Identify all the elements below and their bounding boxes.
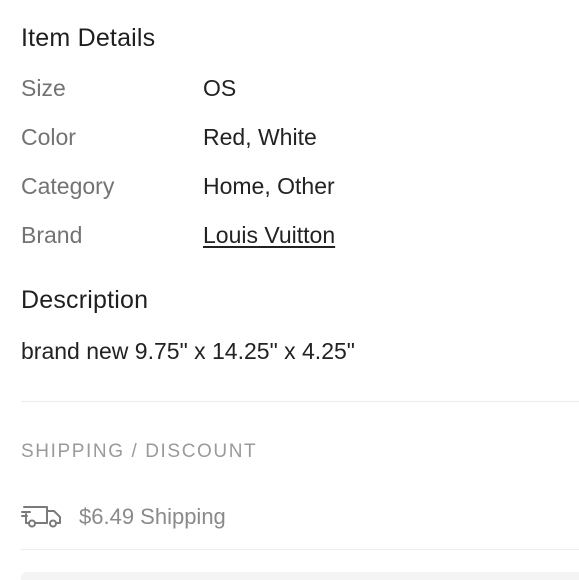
color-label: Color	[21, 124, 76, 150]
item-details-heading: Item Details	[21, 24, 156, 52]
description-heading: Description	[21, 286, 149, 314]
brand-label: Brand	[21, 222, 83, 248]
detail-row-color: Color Red, White	[21, 124, 561, 154]
color-value: Red, White	[203, 124, 317, 150]
size-value: OS	[203, 75, 237, 101]
shipping-row: $6.49 Shipping	[21, 502, 421, 532]
bottom-panel	[21, 572, 579, 580]
category-label: Category	[21, 173, 115, 199]
description-text: brand new 9.75" x 14.25" x 4.25"	[21, 338, 355, 364]
truck-icon	[21, 502, 63, 530]
detail-row-brand: Brand Louis Vuitton	[21, 222, 561, 252]
detail-row-category: Category Home, Other	[21, 173, 561, 203]
brand-link[interactable]: Louis Vuitton	[203, 222, 335, 249]
divider	[21, 549, 579, 550]
size-label: Size	[21, 75, 66, 101]
category-value: Home, Other	[203, 173, 335, 199]
detail-row-size: Size OS	[21, 75, 561, 105]
shipping-price: $6.49 Shipping	[79, 504, 226, 529]
listing-details-panel: Item Details Size OS Color Red, White Ca…	[0, 0, 579, 580]
divider	[21, 401, 579, 402]
shipping-discount-heading: SHIPPING / DISCOUNT	[21, 441, 258, 462]
